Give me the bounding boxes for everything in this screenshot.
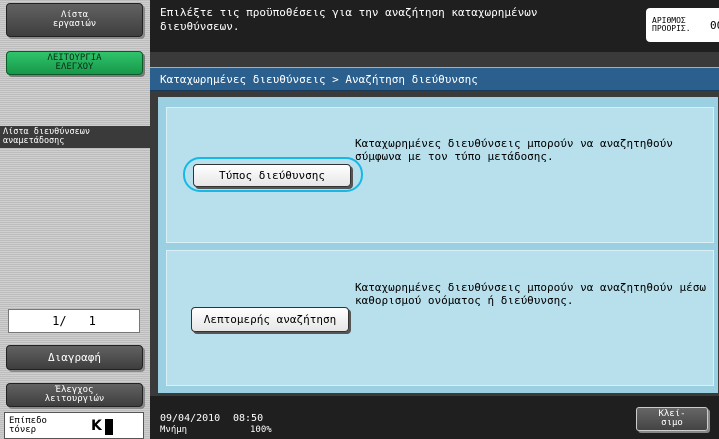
destination-count-value: 000: [710, 19, 719, 32]
address-type-description: Καταχωρημένες διευθύνσεις μπορούν να ανα…: [355, 137, 673, 163]
delete-button[interactable]: Διαγραφή: [6, 345, 143, 370]
toner-level-bar: [105, 419, 113, 435]
check-operations-button-line2: λειτουργιών: [44, 394, 105, 404]
toner-level-panel: Επίπεδο τόνερ K: [4, 412, 144, 439]
destination-count-label-line2: ΠΡΟΟΡΙΣ.: [652, 24, 691, 33]
close-button-line2: σιμο: [661, 418, 683, 428]
instruction-message: Επιλέξτε τις προϋποθέσεις για την αναζήτ…: [160, 6, 538, 33]
memory-value: 100%: [250, 425, 272, 435]
status-bar: 09/04/2010 08:50 Μνήμη 100% Κλεί- σιμο: [150, 396, 719, 439]
touch-panel-screen: Λίστα εργασιών ΛΕΙΤΟΥΡΓΙΑ ΕΛΕΓΧΟΥ Λίστα …: [0, 0, 719, 439]
detail-search-section: Λεπτομερής αναζήτηση Καταχωρημένες διευθ…: [166, 250, 714, 386]
detail-search-button[interactable]: Λεπτομερής αναζήτηση: [191, 307, 349, 332]
destination-count-box: ΑΡΙΘΜΟΣ ΠΡΟΟΡΙΣ. 000: [646, 8, 719, 42]
delete-button-label: Διαγραφή: [48, 351, 101, 364]
check-function-button[interactable]: ΛΕΙΤΟΥΡΓΙΑ ΕΛΕΓΧΟΥ: [6, 51, 143, 75]
message-bar: Επιλέξτε τις προϋποθέσεις για την αναζήτ…: [150, 0, 719, 52]
status-time: 08:50: [233, 413, 264, 424]
search-options-area: Τύπος διεύθυνσης Καταχωρημένες διευθύνσε…: [158, 97, 718, 393]
job-list-button-line2: εργασιών: [52, 19, 97, 29]
toner-level-label: Επίπεδο τόνερ: [9, 417, 47, 435]
status-date: 09/04/2010: [160, 413, 221, 424]
page-current: 1/: [52, 314, 67, 328]
breadcrumb: Καταχωρημένες διευθύνσεις > Αναζήτηση δι…: [150, 67, 719, 91]
address-type-button[interactable]: Τύπος διεύθυνσης: [193, 164, 351, 187]
close-button[interactable]: Κλεί- σιμο: [636, 407, 708, 431]
job-list-button[interactable]: Λίστα εργασιών: [6, 3, 143, 37]
memory-label: Μνήμη: [160, 425, 188, 435]
destination-count-label: ΑΡΙΘΜΟΣ ΠΡΟΟΡΙΣ.: [652, 17, 692, 33]
main-panel: Καταχωρημένες διευθύνσεις > Αναζήτηση δι…: [150, 52, 719, 396]
left-sidebar: Λίστα εργασιών ΛΕΙΤΟΥΡΓΙΑ ΕΛΕΓΧΟΥ Λίστα …: [0, 0, 150, 439]
toner-label-line2: τόνερ: [9, 425, 37, 435]
broadcast-address-list-label: Λίστα διευθύνσεων αναμετάδοσης: [0, 126, 150, 148]
page-total: 1: [88, 314, 96, 328]
address-type-section: Τύπος διεύθυνσης Καταχωρημένες διευθύνσε…: [166, 107, 714, 243]
broadcast-list-label-line2: αναμετάδοσης: [3, 136, 65, 146]
check-function-button-line2: ΕΛΕΓΧΟΥ: [55, 62, 94, 72]
toner-color-label: K: [91, 418, 102, 434]
detail-search-description: Καταχωρημένες διευθύνσεις μπορούν να ανα…: [355, 281, 706, 307]
check-operations-button[interactable]: Έλεγχος λειτουργιών: [6, 383, 143, 407]
page-counter: 1/ 1: [8, 309, 140, 333]
